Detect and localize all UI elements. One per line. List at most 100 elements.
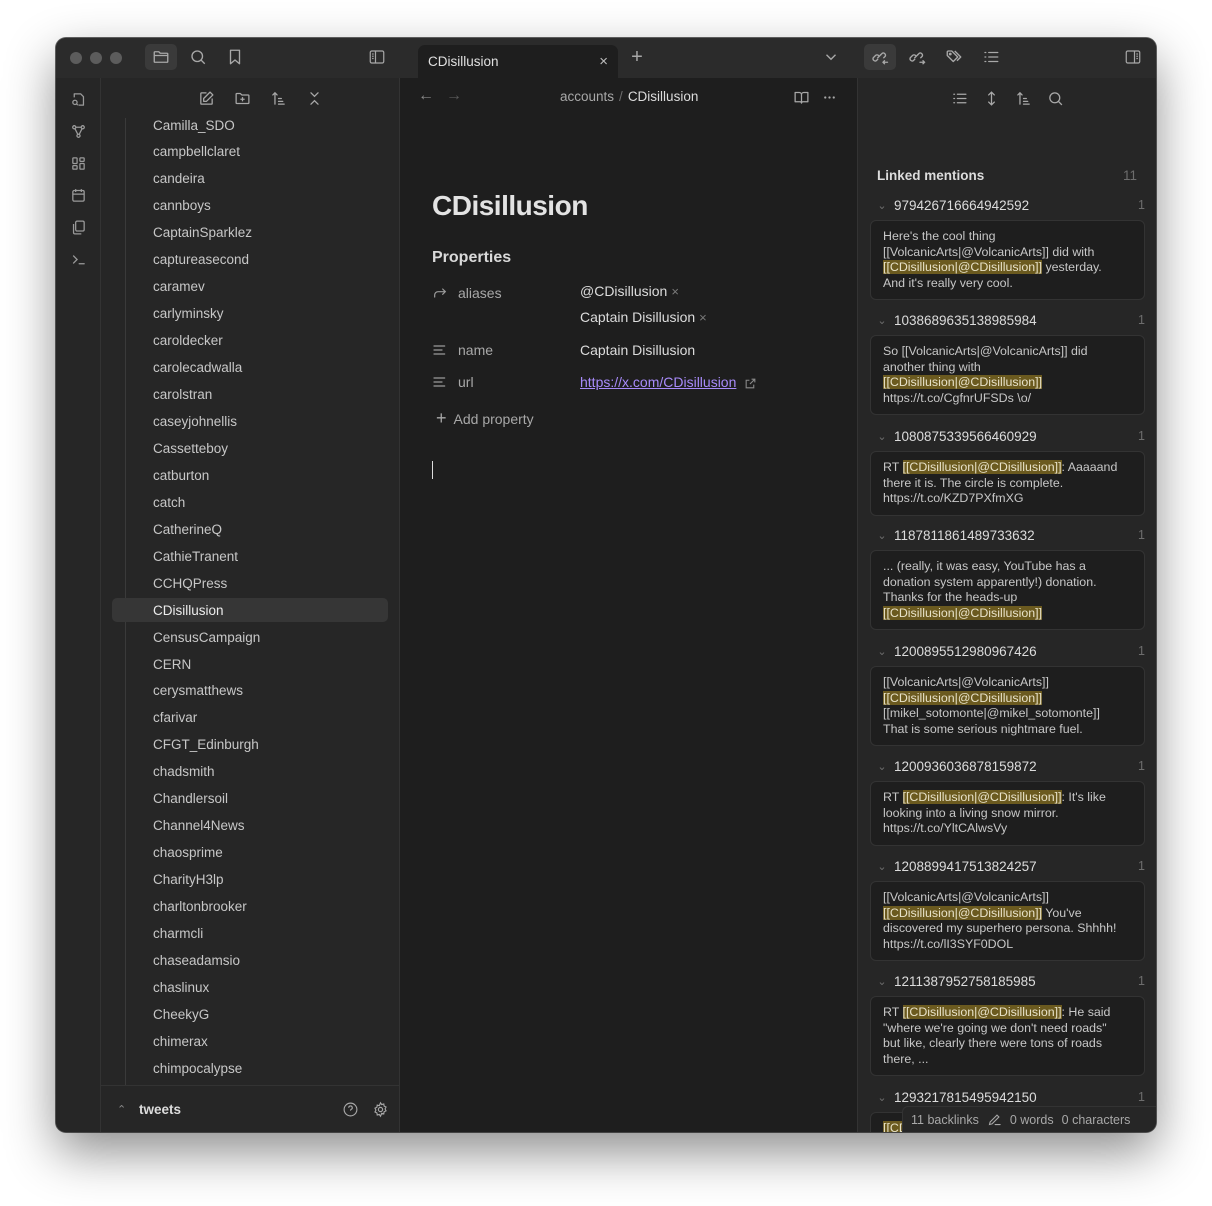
toggle-right-sidebar-button[interactable] [1117,44,1149,70]
sort-button[interactable] [267,87,289,109]
file-item[interactable]: CheekyG [112,1002,388,1026]
backlinks-count[interactable]: 11 backlinks [911,1113,979,1127]
graph-view-button[interactable] [68,121,88,141]
mention-group-header[interactable]: ⌄ 1080875339566460929 1 [870,421,1145,451]
outline-view-button[interactable] [975,44,1007,70]
file-item[interactable]: Channel4News [112,814,388,838]
forward-button[interactable]: → [446,87,462,105]
mention-snippet[interactable]: So [[VolcanicArts|@VolcanicArts]] did ano… [870,335,1145,416]
property-value[interactable]: Captain Disillusion [580,342,695,358]
chevron-down-icon[interactable]: ⌄ [870,430,894,443]
toggle-left-sidebar-button[interactable] [361,44,393,70]
alias-chip[interactable]: Captain Disillusion × [580,309,707,325]
tags-view-button[interactable] [938,44,970,70]
close-window-button[interactable] [70,52,82,64]
file-item[interactable]: cerysmatthews [112,679,388,703]
file-item[interactable]: candeira [112,167,388,191]
mention-snippet[interactable]: [[VolcanicArts|@VolcanicArts]] [[CDisillu… [870,881,1145,962]
property-key[interactable]: name [432,342,493,358]
zoom-window-button[interactable] [110,52,122,64]
file-item[interactable]: CCHQPress [112,571,388,595]
file-item[interactable]: cfarivar [112,706,388,730]
url-link[interactable]: https://x.com/CDisillusion [580,374,736,390]
tab-cdisillusion[interactable]: CDisillusion × [418,45,618,78]
command-palette-button[interactable] [68,249,88,269]
collapse-all-button[interactable] [303,87,325,109]
close-tab-icon[interactable]: × [599,53,608,70]
file-item[interactable]: carlyminsky [112,302,388,326]
new-tab-button[interactable]: + [621,44,653,70]
file-item[interactable]: Cassetteboy [112,436,388,460]
linked-mentions-header[interactable]: Linked mentions 11 [877,168,1137,183]
quick-switcher-button[interactable] [68,89,88,109]
chevron-down-icon[interactable]: ⌄ [870,529,894,542]
outgoing-links-view-button[interactable] [901,44,933,70]
chevron-down-icon[interactable]: ⌄ [870,199,894,212]
remove-alias-icon[interactable]: × [699,310,707,325]
property-key[interactable]: url [432,374,474,390]
file-item[interactable]: chimerax [112,1029,388,1053]
file-item[interactable]: chimpocalypse [112,1056,388,1080]
file-item[interactable]: caramev [112,275,388,299]
file-item[interactable]: Camilla_SDO [112,118,388,137]
mention-group-header[interactable]: ⌄ 1038689635138985984 1 [870,305,1145,335]
mention-snippet[interactable]: ... (really, it was easy, YouTube has ad… [870,550,1145,631]
file-item[interactable]: CatherineQ [112,517,388,541]
note-title[interactable]: CDisillusion [432,190,588,222]
file-item[interactable]: charltonbrooker [112,895,388,919]
back-button[interactable]: ← [418,87,434,105]
mention-snippet[interactable]: RT [[CDisillusion|@CDisillusion]]: Aaaaa… [870,451,1145,516]
file-item[interactable]: chadsmith [112,760,388,784]
mention-group-header[interactable]: ⌄ 1187811861489733632 1 [870,520,1145,550]
mention-snippet[interactable]: RT [[CDisillusion|@CDisillusion]]: It's … [870,781,1145,846]
daily-note-button[interactable] [68,185,88,205]
file-item[interactable]: CharityH3lp [112,868,388,892]
canvas-button[interactable] [68,153,88,173]
file-item[interactable]: catch [112,490,388,514]
alias-chip[interactable]: @CDisillusion × [580,283,679,299]
file-item[interactable]: caseyjohnellis [112,409,388,433]
templates-button[interactable] [68,217,88,237]
minimize-window-button[interactable] [90,52,102,64]
vault-switcher-chevron-icon[interactable]: ⌃ [117,1103,131,1116]
add-property-button[interactable]: + Add property [436,408,534,429]
file-item[interactable]: chaseadamsio [112,948,388,972]
more-options-button[interactable] [818,86,840,108]
mention-snippet[interactable]: [[VolcanicArts|@VolcanicArts]] [[CDisillu… [870,666,1145,747]
external-link-icon[interactable] [744,377,757,390]
file-item[interactable]: caroldecker [112,329,388,353]
mention-group-header[interactable]: ⌄ 1211387952758185985 1 [870,966,1145,996]
file-item[interactable]: carolstran [112,383,388,407]
mention-group-header[interactable]: ⌄ 1200936036878159872 1 [870,751,1145,781]
remove-alias-icon[interactable]: × [671,284,679,299]
breadcrumb-current[interactable]: CDisillusion [628,89,699,104]
file-item[interactable]: CDisillusion [112,598,388,623]
file-item[interactable]: CathieTranent [112,544,388,568]
file-item[interactable]: CERN [112,652,388,676]
collapse-results-button[interactable] [949,87,971,109]
file-item[interactable]: catburton [112,463,388,487]
reading-view-button[interactable] [790,86,812,108]
new-note-button[interactable] [195,87,217,109]
search-view-button[interactable] [182,44,214,70]
chevron-down-icon[interactable]: ⌄ [870,645,894,658]
tab-list-button[interactable] [815,44,847,70]
chevron-down-icon[interactable]: ⌄ [870,314,894,327]
properties-heading[interactable]: Properties [432,249,511,267]
help-button[interactable] [339,1098,361,1120]
file-item[interactable]: carolecadwalla [112,356,388,380]
settings-button[interactable] [369,1098,391,1120]
file-item[interactable]: cannboys [112,194,388,218]
file-item[interactable]: CensusCampaign [112,625,388,649]
property-key[interactable]: aliases [432,285,502,301]
file-item[interactable]: Chandlersoil [112,787,388,811]
mention-snippet[interactable]: Here's the cool thing [[VolcanicArts|@Vol… [870,220,1145,301]
files-view-button[interactable] [145,44,177,70]
pencil-icon[interactable] [987,1112,1002,1127]
mention-snippet[interactable]: RT [[CDisillusion|@CDisillusion]]: He sa… [870,996,1145,1077]
chevron-down-icon[interactable]: ⌄ [870,1091,894,1104]
file-item[interactable]: campbellclaret [112,140,388,164]
breadcrumb-folder[interactable]: accounts [560,89,614,104]
mention-group-header[interactable]: ⌄ 979426716664942592 1 [870,190,1145,220]
file-item[interactable]: chaslinux [112,975,388,999]
